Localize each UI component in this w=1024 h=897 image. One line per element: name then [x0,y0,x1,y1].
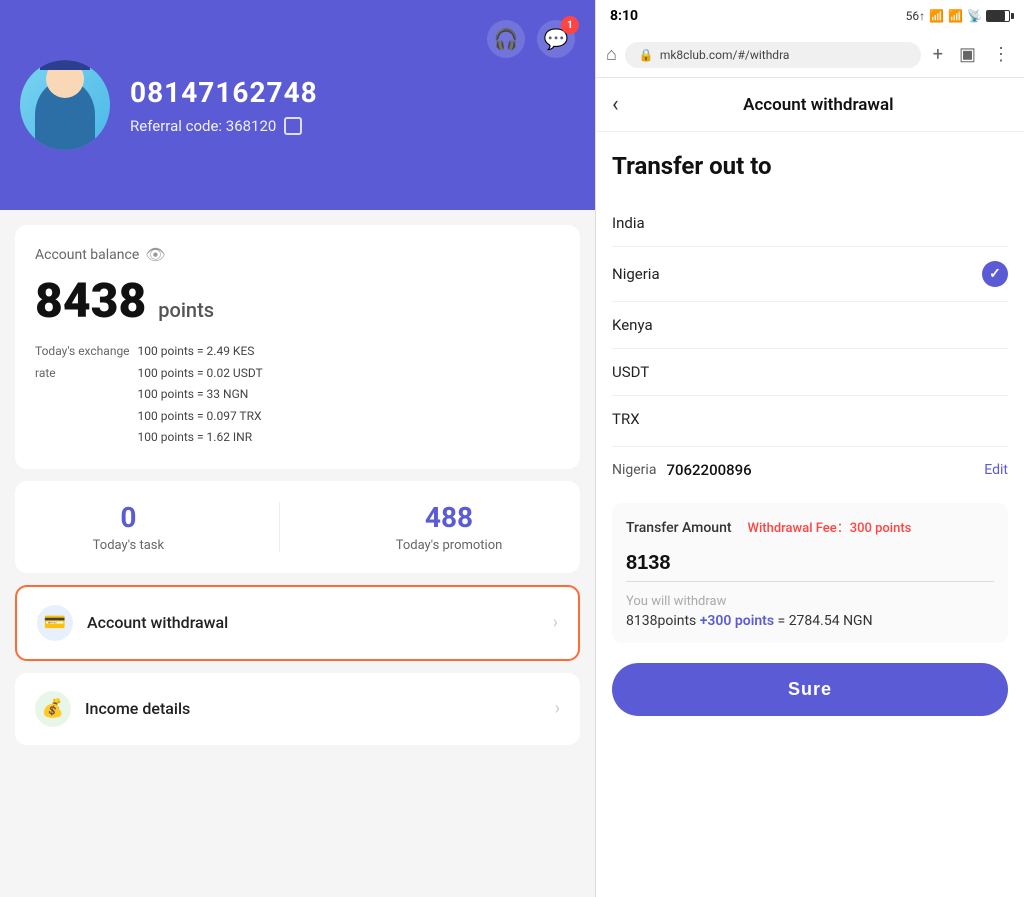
page-title: Account withdrawal [629,95,1008,115]
transfer-amount-label: Transfer Amount [626,520,732,536]
add-tab-icon[interactable]: + [929,40,947,69]
country-name-nigeria: Nigeria [612,265,660,283]
status-bar: 8:10 56↑ 📶 📶 📡 [596,0,1024,32]
country-item-kenya[interactable]: Kenya [612,302,1008,349]
country-list: India Nigeria ✓ Kenya USDT TRX [612,200,1008,442]
url-text: mk8club.com/#/withdra [660,48,790,62]
task-stat: 0 Today's task [93,501,164,553]
exchange-label: Today's exchangerate [35,341,130,449]
account-number: 7062200896 [666,461,751,479]
task-value: 0 [93,501,164,534]
balance-card: Account balance 👁 8438 points Today's ex… [15,225,580,469]
transfer-title: Transfer out to [612,152,1008,180]
edit-button[interactable]: Edit [984,462,1008,478]
balance-amount: 8438 [35,272,146,329]
balance-amount-row: 8438 points [35,272,560,329]
page-header: ‹ Account withdrawal [596,78,1024,132]
withdraw-label: You will withdraw [626,594,994,609]
country-item-india[interactable]: India [612,200,1008,247]
account-info-row: Nigeria 7062200896 Edit [612,446,1008,493]
status-time: 8:10 [610,8,638,24]
transfer-amount-header: Transfer Amount Withdrawal Fee：300 point… [626,517,994,536]
country-name-usdt: USDT [612,363,649,381]
eye-icon[interactable]: 👁 [145,245,165,264]
ssl-icon: 🔒 [639,48,654,62]
withdraw-points-bonus: +300 points [700,613,774,629]
back-button[interactable]: ‹ [612,92,619,117]
exchange-values: 100 points = 2.49 KES 100 points = 0.02 … [138,341,263,449]
status-icons: 56↑ 📶 📶 📡 [906,9,1010,23]
signal-icon: 📶 [929,9,944,23]
phone-number: 08147162748 [130,76,318,109]
chevron-right-icon: › [553,612,558,633]
account-country: Nigeria [612,462,656,478]
sure-button[interactable]: Sure [612,663,1008,716]
header-icons: 🎧 💬 1 [487,20,575,58]
header-info: 08147162748 Referral code: 368120 [130,76,318,135]
message-icon[interactable]: 💬 1 [537,20,575,58]
withdraw-value: 8138points +300 points = 2784.54 NGN [626,613,994,629]
promotion-value: 488 [396,501,503,534]
menu-item-withdrawal[interactable]: 💳 Account withdrawal › [15,585,580,661]
avatar [20,60,110,150]
country-item-usdt[interactable]: USDT [612,349,1008,396]
exchange-rates: Today's exchangerate 100 points = 2.49 K… [35,341,560,449]
country-name-trx: TRX [612,410,640,428]
copy-icon[interactable] [284,117,302,135]
right-panel: 8:10 56↑ 📶 📶 📡 ⌂ 🔒 mk8club.com/#/withdra… [595,0,1024,897]
stats-card: 0 Today's task 488 Today's promotion [15,481,580,573]
left-content: Account balance 👁 8438 points Today's ex… [0,210,595,897]
referral-code: Referral code: 368120 [130,117,318,135]
home-icon[interactable]: ⌂ [606,44,617,65]
notification-badge: 1 [561,16,579,34]
country-name-kenya: Kenya [612,316,653,334]
country-item-trx[interactable]: TRX [612,396,1008,442]
menu-income-label: Income details [85,699,541,718]
balance-unit: points [158,298,214,322]
withdrawal-icon: 💳 [37,605,73,641]
withdrawal-fee-label: Withdrawal Fee：300 points [748,517,912,536]
menu-item-income[interactable]: 💰 Income details › [15,673,580,745]
chevron-right-icon-income: › [555,698,560,719]
promotion-label: Today's promotion [396,538,503,553]
browser-bar: ⌂ 🔒 mk8club.com/#/withdra + ▣ ⋮ [596,32,1024,78]
battery-icon [986,10,1010,22]
signal2-icon: 📶 [948,9,963,23]
country-name-india: India [612,214,645,232]
withdraw-summary: You will withdraw 8138points +300 points… [626,594,994,629]
income-icon: 💰 [35,691,71,727]
promotion-stat: 488 Today's promotion [396,501,503,553]
country-item-nigeria[interactable]: Nigeria ✓ [612,247,1008,302]
menu-withdrawal-label: Account withdrawal [87,613,539,632]
withdraw-points-main: 8138points [626,613,700,629]
transfer-amount-section: Transfer Amount Withdrawal Fee：300 point… [612,503,1008,643]
headset-icon[interactable]: 🎧 [487,20,525,58]
account-info-left: Nigeria 7062200896 [612,461,752,479]
tab-switcher-icon[interactable]: ▣ [955,40,980,69]
amount-input[interactable] [626,546,994,582]
selected-check-icon: ✓ [982,261,1008,287]
withdraw-ngn: = 2784.54 NGN [774,613,873,629]
network-icon: 56↑ [906,9,926,23]
left-panel: 08147162748 Referral code: 368120 🎧 💬 1 … [0,0,595,897]
balance-label: Account balance 👁 [35,245,560,264]
profile-header: 08147162748 Referral code: 368120 🎧 💬 1 [0,0,595,210]
task-label: Today's task [93,538,164,553]
wifi-icon: 📡 [967,9,982,23]
url-bar[interactable]: 🔒 mk8club.com/#/withdra [625,42,921,68]
withdrawal-content: Transfer out to India Nigeria ✓ Kenya US… [596,132,1024,897]
stat-divider [279,502,280,552]
menu-dots-icon[interactable]: ⋮ [988,40,1014,69]
